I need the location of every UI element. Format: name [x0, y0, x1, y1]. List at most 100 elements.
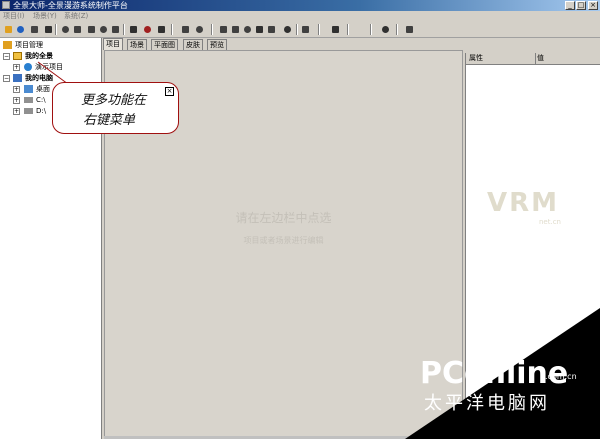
list-button[interactable] — [142, 24, 153, 35]
camera-add-icon — [232, 26, 239, 33]
empty-hint: 请在左边栏中点选 — [235, 211, 332, 225]
photo-button[interactable] — [72, 24, 83, 35]
toolbar-separator — [370, 24, 372, 35]
column-value[interactable]: 值 — [534, 53, 544, 64]
tree-item-label: D:\ — [36, 107, 47, 115]
computer-icon — [13, 74, 22, 82]
tree-root-label: 项目管理 — [15, 41, 43, 49]
callout-line-1: 更多功能在 — [81, 93, 147, 108]
video-button[interactable] — [330, 24, 341, 35]
film-button[interactable] — [380, 24, 391, 35]
circle-icon — [284, 26, 291, 33]
callout-close-icon[interactable]: × — [165, 87, 174, 96]
arrow-left-icon — [31, 26, 38, 33]
hat-icon — [256, 26, 263, 33]
arrows-horizontal-button[interactable] — [180, 24, 191, 35]
document-button[interactable] — [156, 24, 167, 35]
vrm-watermark-sub: net.cn — [539, 218, 561, 226]
close-button[interactable]: × — [588, 1, 598, 10]
document-icon — [158, 26, 165, 33]
empty-subhint: 项目或者场景进行编辑 — [243, 236, 324, 245]
toolbar-separator — [396, 24, 398, 35]
menu-item-system[interactable]: 系统(Z) — [64, 11, 88, 22]
toolbar-separator — [171, 24, 173, 35]
open-folder-button[interactable] — [3, 24, 14, 35]
camera-add-button[interactable] — [230, 24, 241, 35]
toolbar-separator — [211, 24, 213, 35]
tab-floorplan[interactable]: 平面图 — [151, 39, 178, 50]
edit-button[interactable] — [404, 24, 415, 35]
tree-collapse-toggle[interactable]: − — [3, 53, 10, 60]
save-button[interactable] — [43, 24, 54, 35]
globe-icon — [24, 63, 32, 71]
arrows-collapse-icon — [196, 26, 203, 33]
camera-remove-icon — [244, 26, 251, 33]
maximize-button[interactable]: □ — [576, 1, 586, 10]
hotspot-button[interactable] — [266, 24, 277, 35]
callout-line-2: 右键菜单 — [83, 113, 136, 128]
column-attribute[interactable]: 属性 — [466, 53, 536, 64]
photo-icon — [74, 26, 81, 33]
properties-header: 属性 值 — [466, 53, 600, 65]
tree-expand-toggle[interactable]: + — [13, 97, 20, 104]
tree-expand-toggle[interactable]: + — [13, 108, 20, 115]
desktop-icon — [24, 85, 33, 93]
menu-item-project[interactable]: 项目(I) — [3, 11, 25, 22]
menu-bar: 项目(I) 场景(Y) 系统(Z) — [0, 11, 600, 22]
pconline-cn-text: 太平洋电脑网 — [424, 393, 550, 414]
project-manager-icon — [3, 41, 12, 49]
menu-item-scene[interactable]: 场景(Y) — [33, 11, 57, 22]
toolbar-separator — [123, 24, 125, 35]
tree-expand-toggle[interactable]: + — [13, 86, 20, 93]
list-icon — [144, 26, 151, 33]
refresh-icon — [112, 26, 119, 33]
hat-button[interactable] — [254, 24, 265, 35]
film-icon — [382, 26, 389, 33]
save-icon — [45, 26, 52, 33]
toolbar-separator — [347, 24, 349, 35]
copy-icon — [88, 26, 95, 33]
tab-scene[interactable]: 场景 — [127, 39, 147, 50]
home-button[interactable] — [128, 24, 139, 35]
globe-icon — [17, 26, 24, 33]
video-icon — [332, 26, 339, 33]
toolbar — [0, 22, 600, 38]
title-bar: 全景大师-全景漫游系统制作平台 _ □ × — [0, 0, 600, 11]
hotspot-icon — [268, 26, 275, 33]
tab-skin[interactable]: 皮肤 — [183, 39, 203, 50]
tree-item-label: C:\ — [36, 96, 46, 104]
layers-icon — [302, 26, 309, 33]
pconline-domain: .com.cn — [545, 372, 577, 381]
minimize-button[interactable]: _ — [565, 1, 575, 10]
toolbar-separator — [296, 24, 298, 35]
print-button[interactable] — [60, 24, 71, 35]
camera-remove-button[interactable] — [242, 24, 253, 35]
window-title: 全景大师-全景漫游系统制作平台 — [13, 1, 128, 10]
circle-button[interactable] — [282, 24, 293, 35]
edit-icon — [406, 26, 413, 33]
app-icon — [2, 1, 10, 9]
hint-callout: 更多功能在 右键菜单 × — [52, 82, 179, 134]
paste-icon — [100, 26, 107, 33]
folder-icon — [13, 52, 22, 60]
tree-expand-toggle[interactable]: + — [13, 64, 20, 71]
home-icon — [130, 26, 137, 33]
tab-project[interactable]: 项目 — [103, 38, 123, 50]
tree-collapse-toggle[interactable]: − — [3, 75, 10, 82]
drive-icon — [24, 97, 33, 103]
tab-preview[interactable]: 预览 — [207, 39, 227, 50]
layers-button[interactable] — [300, 24, 311, 35]
toolbar-separator — [318, 24, 320, 35]
arrows-collapse-button[interactable] — [194, 24, 205, 35]
refresh-button[interactable] — [110, 24, 121, 35]
toolbar-separator — [55, 24, 57, 35]
paste-button[interactable] — [98, 24, 109, 35]
camera-icon — [220, 26, 227, 33]
drive-icon — [24, 108, 33, 114]
globe-button[interactable] — [15, 24, 26, 35]
open-folder-icon — [5, 26, 12, 33]
vrm-watermark: VRM — [487, 188, 560, 218]
copy-button[interactable] — [86, 24, 97, 35]
arrow-left-button[interactable] — [29, 24, 40, 35]
camera-button[interactable] — [218, 24, 229, 35]
